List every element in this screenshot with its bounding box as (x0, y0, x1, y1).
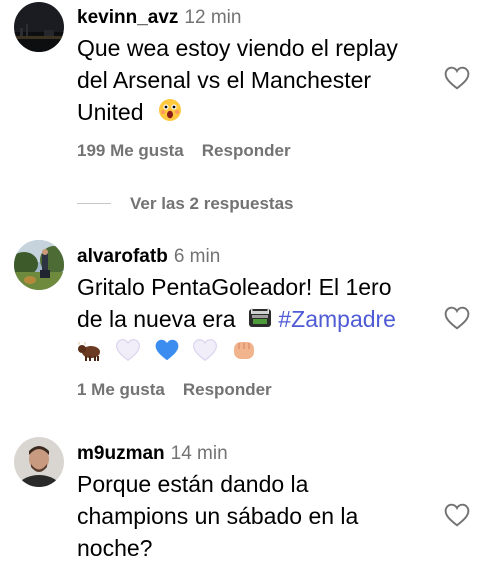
comment-text-line: de la nueva era #Zampadre (77, 303, 437, 337)
white-heart-emoji (115, 337, 141, 363)
reply-button[interactable]: Responder (202, 141, 291, 160)
username[interactable]: m9uzman (77, 443, 165, 464)
comment-text-line: Porque están dando la (77, 471, 309, 497)
timestamp: 6 min (173, 246, 221, 267)
comment-text: Porque están dando la champions un sábad… (77, 468, 437, 564)
avatar[interactable] (14, 240, 64, 290)
comment-text-line: Gritalo PentaGoleador! El 1ero (77, 274, 392, 300)
timestamp: 14 min (170, 443, 228, 464)
likes-count[interactable]: 199 Me gusta (77, 141, 184, 160)
likes-count[interactable]: 1 Me gusta (77, 380, 165, 399)
comment-text-line: noche? (77, 535, 153, 561)
stadium-emoji (248, 305, 272, 337)
timestamp: 12 min (184, 7, 242, 28)
avatar[interactable] (14, 2, 64, 52)
comment-text: Que wea estoy viendo el replay del Arsen… (77, 32, 437, 130)
reaction-emojis (77, 337, 265, 365)
divider (77, 203, 111, 204)
blue-heart-emoji (154, 337, 180, 363)
reply-button[interactable]: Responder (183, 380, 272, 399)
heart-outline-icon[interactable] (444, 66, 470, 90)
view-replies-label[interactable]: Ver las 2 respuestas (130, 193, 294, 215)
heart-outline-icon[interactable] (444, 306, 470, 330)
heart-outline-icon[interactable] (444, 503, 470, 527)
hashtag-link[interactable]: #Zampadre (278, 306, 396, 332)
username[interactable]: kevinn_avz (77, 7, 178, 28)
comment-text-line: United (77, 96, 437, 130)
username[interactable]: alvarofatb (77, 246, 168, 267)
comment-text-fragment: United (77, 99, 144, 125)
comment-text-line: Que wea estoy viendo el replay (77, 35, 398, 61)
ox-emoji (77, 337, 103, 363)
comment-text-line: champions un sábado en la (77, 503, 359, 529)
white-heart-emoji (192, 337, 218, 363)
comment-meta: 199 Me gusta Responder (77, 141, 291, 161)
comment-text: Gritalo PentaGoleador! El 1ero de la nue… (77, 271, 437, 337)
comment-meta: 1 Me gusta Responder (77, 380, 272, 400)
view-replies-button[interactable]: Ver las 2 respuestas (0, 193, 495, 215)
astonished-face-emoji (158, 98, 182, 130)
fist-emoji (231, 337, 257, 363)
avatar[interactable] (14, 437, 64, 487)
comment-text-fragment: de la nueva era (77, 306, 236, 332)
comment-text-line: del Arsenal vs el Manchester (77, 67, 372, 93)
